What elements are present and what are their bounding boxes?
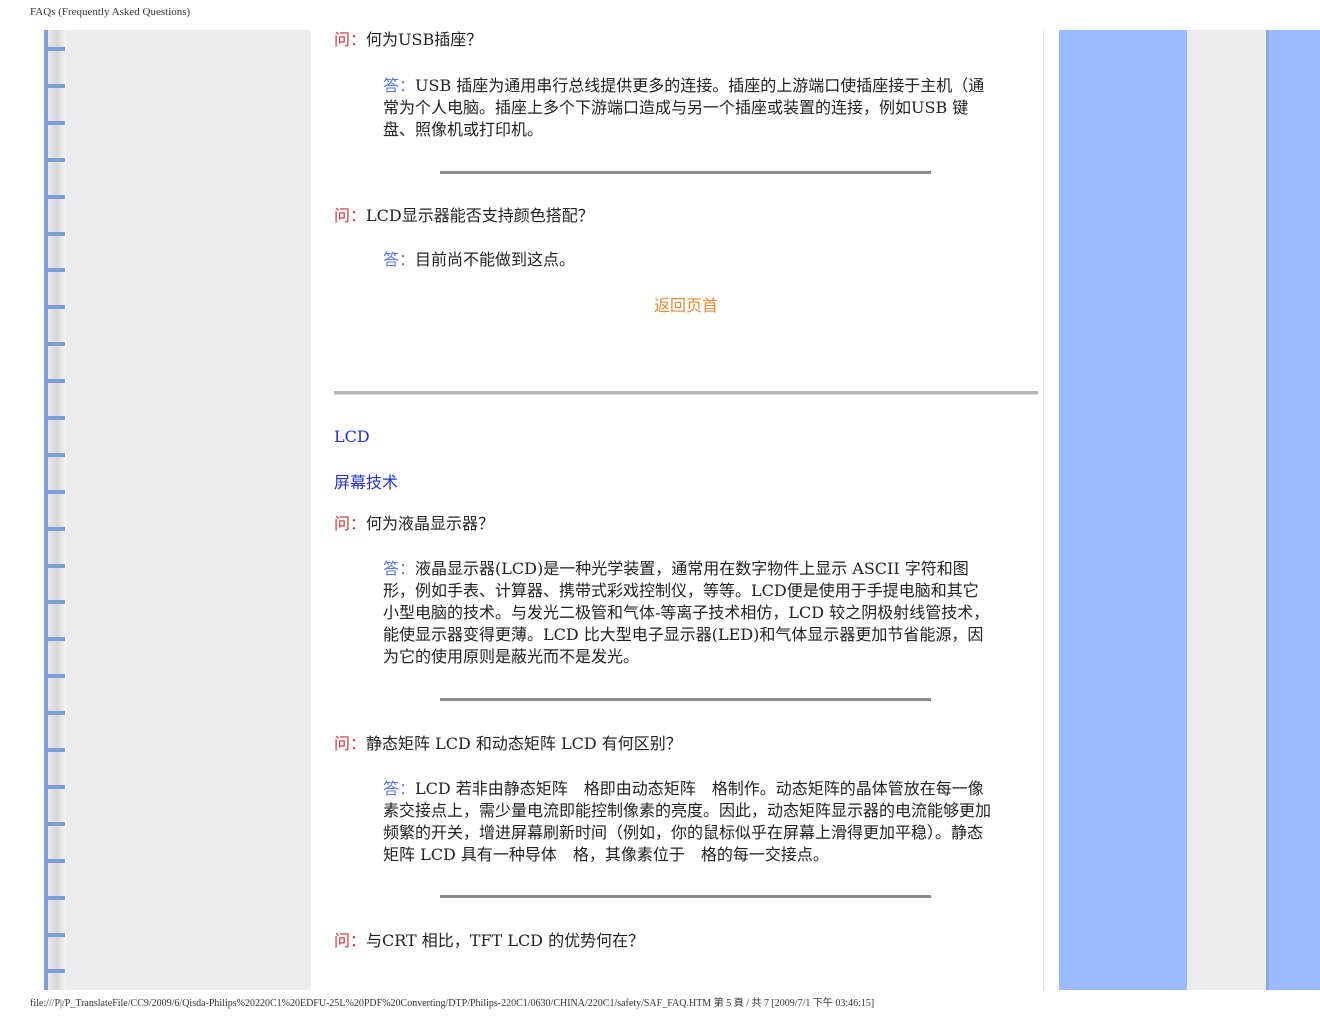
rail-tick (44, 158, 65, 162)
faq-answer-lcd: 答：液晶显示器(LCD)是一种光学装置，通常用在数字物件上显示 ASCII 字符… (383, 558, 993, 668)
question-text: 何为液晶显示器？ (366, 514, 495, 533)
faq-answer-usb: 答：USB 插座为通用串行总线提供更多的连接。插座的上游端口使插座接于主机（通常… (383, 75, 993, 141)
left-decorative-rail (44, 30, 311, 990)
rail-tick (44, 785, 65, 789)
question-text: 静态矩阵 LCD 和动态矩阵 LCD 有何区别？ (366, 734, 682, 753)
rail-tick (44, 822, 65, 826)
rail-tick (44, 896, 65, 900)
rail-tick (44, 379, 65, 383)
rail-tick (44, 121, 65, 125)
rail-tick (44, 859, 65, 863)
rail-tick (44, 84, 65, 88)
rail-tick (44, 748, 65, 752)
faq-question-lcd: 问：何为液晶显示器？ (334, 513, 494, 535)
page-footer-path: file:///P|/P_TranslateFile/CC9/2009/6/Qi… (30, 998, 875, 1009)
back-to-top-link[interactable]: 返回页首 (654, 292, 718, 316)
rail-tick (44, 453, 65, 457)
question-label: 问： (334, 30, 367, 49)
separator-rule (440, 698, 931, 701)
right-gray-column (1187, 30, 1266, 990)
question-label: 问： (334, 514, 367, 533)
rail-tick (44, 490, 65, 494)
rail-tick (44, 416, 65, 420)
rail-tick (44, 933, 65, 937)
right-blue-column (1059, 30, 1187, 990)
page-header-title: FAQs (Frequently Asked Questions) (30, 6, 191, 18)
question-text: 何为USB插座？ (366, 30, 483, 49)
left-rail-blue-edge (44, 30, 48, 990)
right-edge-blue-column (1266, 30, 1320, 990)
answer-text: 液晶显示器(LCD)是一种光学装置，通常用在数字物件上显示 ASCII 字符和图… (383, 559, 990, 666)
rail-tick (44, 674, 65, 678)
answer-label: 答： (383, 76, 416, 95)
answer-text: USB 插座为通用串行总线提供更多的连接。插座的上游端口使插座接于主机（通常为个… (383, 76, 985, 139)
question-text: 与CRT 相比，TFT LCD 的优势何在？ (366, 931, 645, 950)
question-label: 问： (334, 734, 367, 753)
faq-question-tft-vs-crt: 问：与CRT 相比，TFT LCD 的优势何在？ (334, 930, 644, 952)
section-link-screen-tech[interactable]: 屏幕技术 (334, 469, 398, 493)
rail-tick (44, 711, 65, 715)
question-text: LCD显示器能否支持颜色搭配？ (366, 206, 594, 225)
separator-rule (440, 895, 931, 898)
rail-tick (44, 527, 65, 531)
rail-tick (44, 195, 65, 199)
question-label: 问： (334, 206, 367, 225)
faq-answer-matrix: 答：LCD 若非由静态矩阵 格即由动态矩阵 格制作。动态矩阵的晶体管放在每一像素… (383, 778, 993, 866)
section-link-lcd[interactable]: LCD (334, 427, 370, 446)
right-divider-line (1043, 30, 1044, 990)
answer-label: 答： (383, 559, 416, 578)
answer-text: 目前尚不能做到这点。 (415, 250, 576, 269)
rail-tick (44, 564, 65, 568)
separator-rule (440, 171, 931, 174)
faq-question-usb: 问：何为USB插座？ (334, 29, 482, 51)
faq-question-color: 问：LCD显示器能否支持颜色搭配？ (334, 205, 594, 227)
left-rail-shade (48, 30, 66, 990)
faq-answer-color: 答：目前尚不能做到这点。 (383, 249, 993, 271)
rail-tick (44, 232, 65, 236)
rail-tick (44, 268, 65, 272)
question-label: 问： (334, 931, 367, 950)
rail-tick (44, 637, 65, 641)
rail-tick (44, 600, 65, 604)
rail-tick (44, 305, 65, 309)
answer-label: 答： (383, 250, 416, 269)
rail-tick (44, 47, 65, 51)
rail-tick (44, 342, 65, 346)
section-divider (334, 391, 1038, 395)
answer-label: 答： (383, 779, 416, 798)
rail-tick (44, 969, 65, 973)
faq-question-matrix: 问：静态矩阵 LCD 和动态矩阵 LCD 有何区别？ (334, 733, 682, 755)
answer-text: LCD 若非由静态矩阵 格即由动态矩阵 格制作。动态矩阵的晶体管放在每一像素交接… (383, 779, 992, 864)
